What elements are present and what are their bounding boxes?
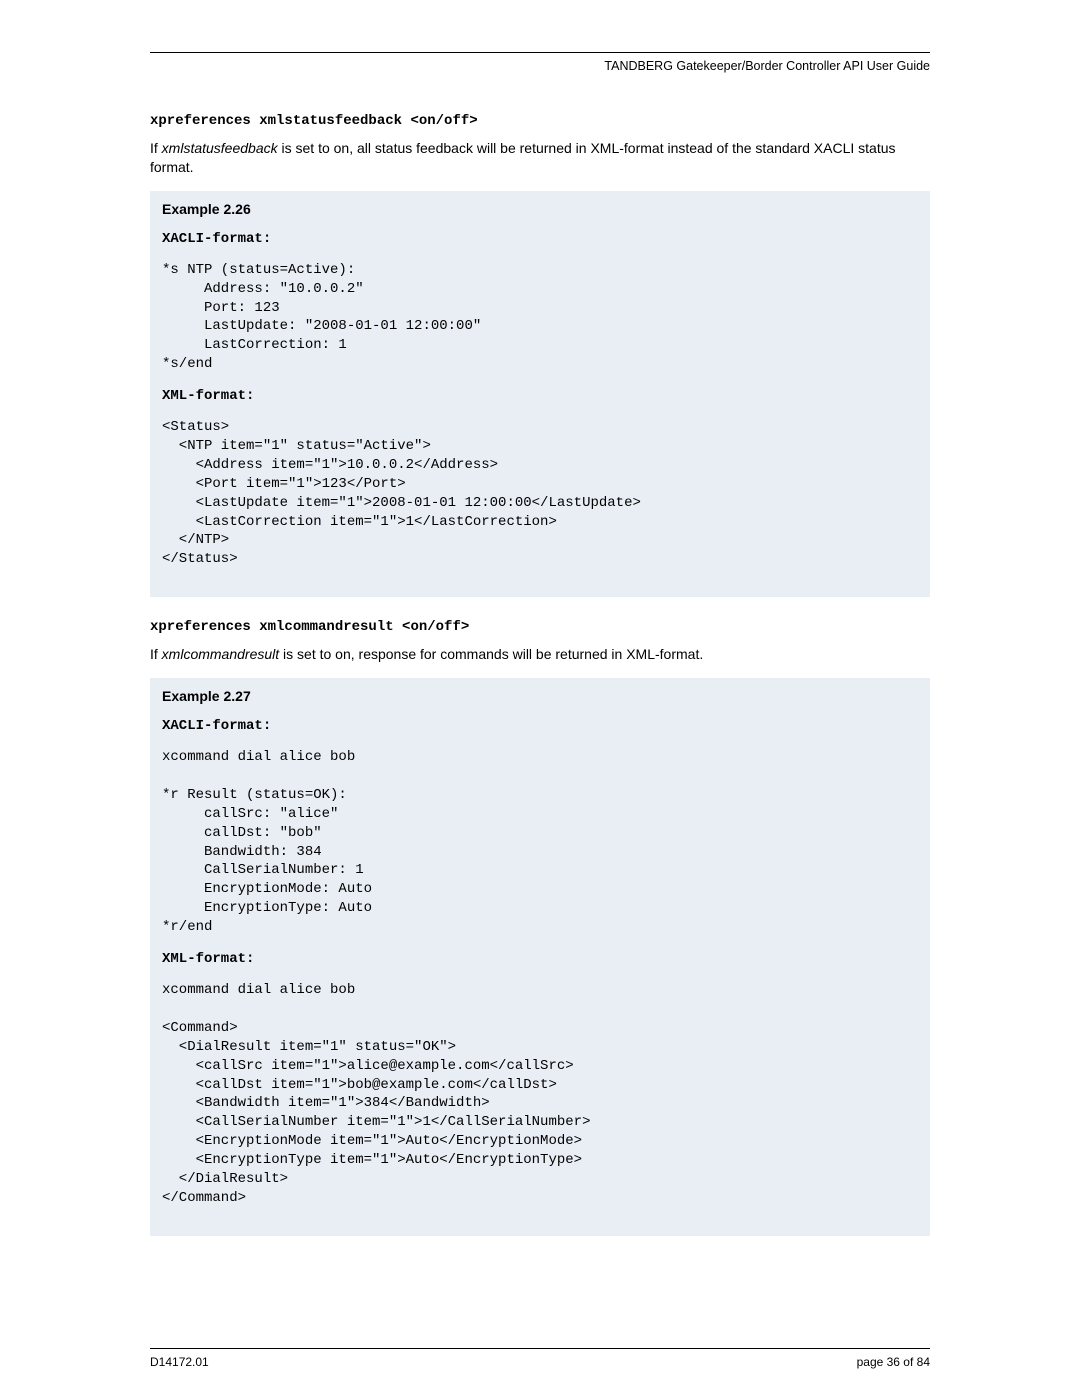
example-26-xacli-code: *s NTP (status=Active): Address: "10.0.0… [162,261,918,374]
paragraph-2-prefix: If [150,646,162,662]
paragraph-1-prefix: If [150,140,162,156]
page-container: TANDBERG Gatekeeper/Border Controller AP… [0,0,1080,1397]
footer-doc-id: D14172.01 [150,1355,209,1369]
paragraph-2: If xmlcommandresult is set to on, respon… [150,645,930,664]
paragraph-1: If xmlstatusfeedback is set to on, all s… [150,139,930,177]
footer-rule: D14172.01 page 36 of 84 [150,1348,930,1369]
paragraph-2-italic: xmlcommandresult [162,646,279,662]
page-header: TANDBERG Gatekeeper/Border Controller AP… [150,59,930,73]
example-27-xacli-label: XACLI-format: [162,718,918,734]
example-27-xml-code: xcommand dial alice bob <Command> <DialR… [162,981,918,1208]
header-rule [150,52,930,53]
example-26-xacli-label: XACLI-format: [162,231,918,247]
example-27-xacli-code: xcommand dial alice bob *r Result (statu… [162,748,918,937]
page-footer: D14172.01 page 36 of 84 [150,1355,930,1369]
example-26-title: Example 2.26 [162,201,918,217]
example-27-title: Example 2.27 [162,688,918,704]
example-27-xml-label: XML-format: [162,951,918,967]
footer-page-number: page 36 of 84 [857,1355,930,1369]
paragraph-1-italic: xmlstatusfeedback [162,140,278,156]
paragraph-2-suffix: is set to on, response for commands will… [279,646,703,662]
command-heading-2: xpreferences xmlcommandresult <on/off> [150,619,930,635]
doc-title: TANDBERG Gatekeeper/Border Controller AP… [604,59,930,73]
example-26-xml-label: XML-format: [162,388,918,404]
example-27-box: Example 2.27 XACLI-format: xcommand dial… [150,678,930,1236]
example-26-box: Example 2.26 XACLI-format: *s NTP (statu… [150,191,930,597]
example-26-xml-code: <Status> <NTP item="1" status="Active"> … [162,418,918,569]
command-heading-1: xpreferences xmlstatusfeedback <on/off> [150,113,930,129]
